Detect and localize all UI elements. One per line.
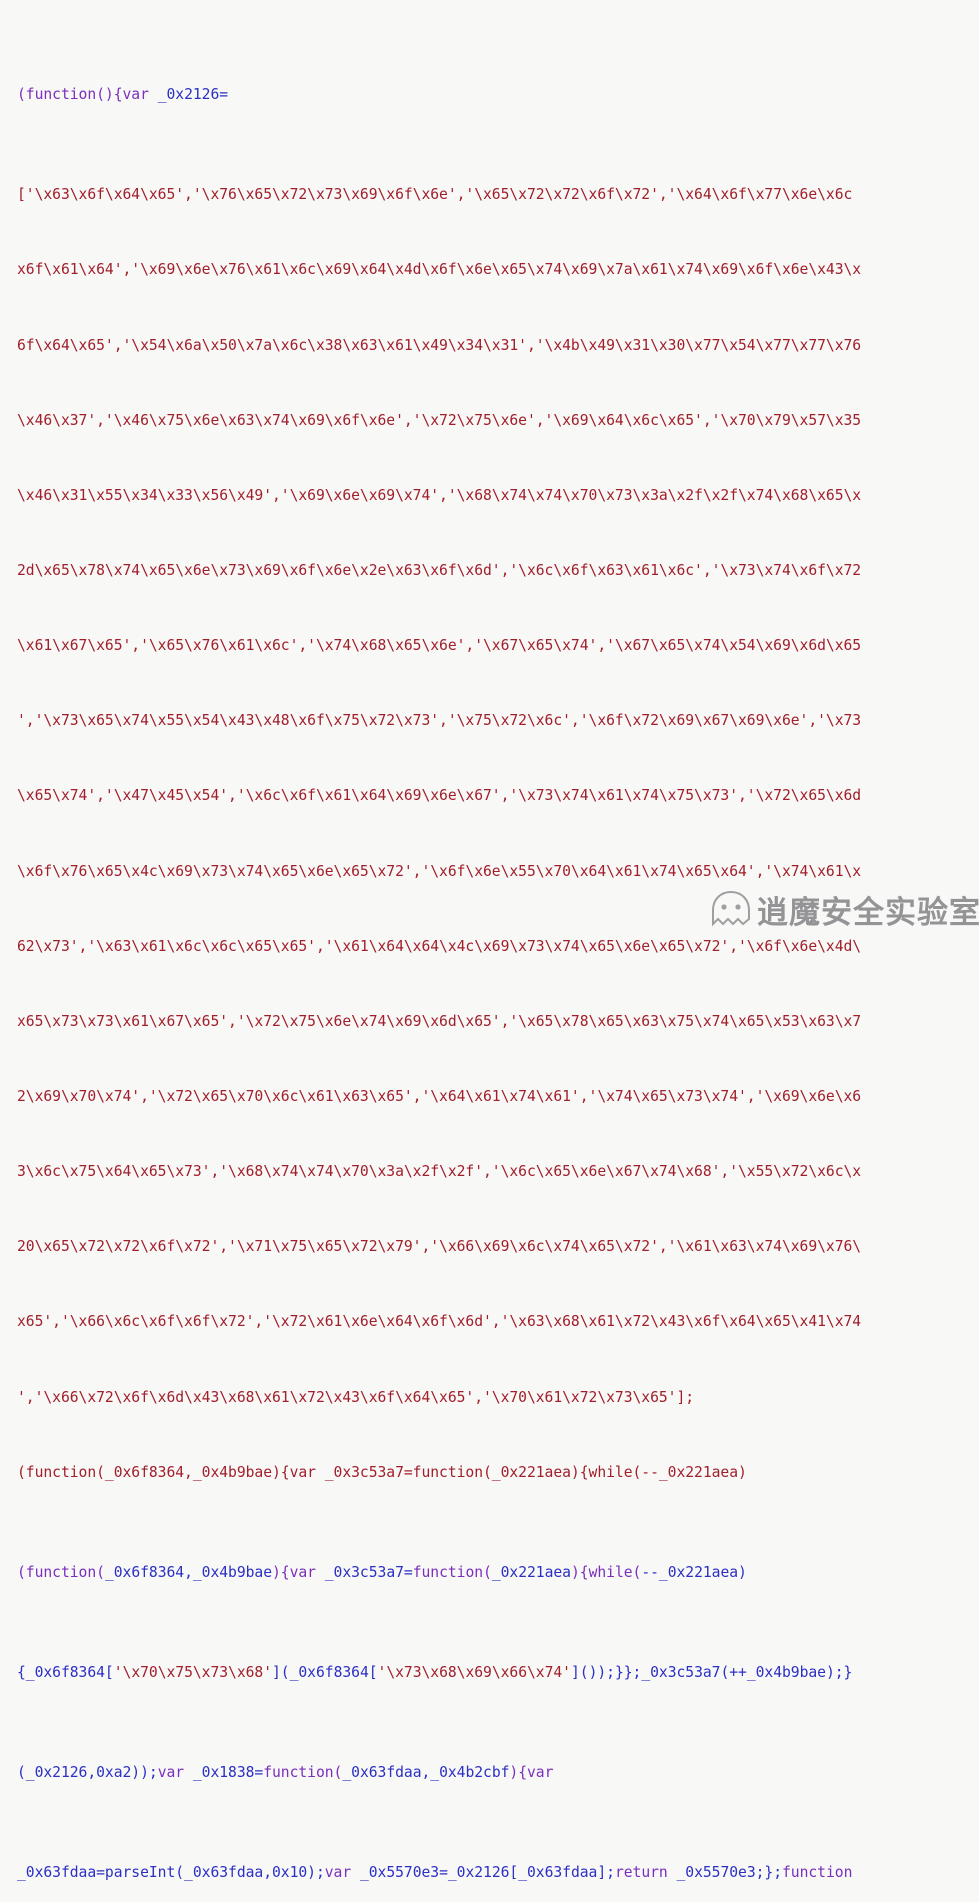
code-line: 62\x73','\x63\x61\x6c\x6c\x65\x65','\x61… [17, 937, 862, 955]
code-line: (function(){var _0x2126= [17, 82, 977, 107]
code-token-keyword: function [782, 1864, 853, 1882]
code-token-keyword: function( [263, 1764, 343, 1782]
code-token-identifier: _0x6f8364,_0x4b9bae [104, 1563, 272, 1581]
code-line: 2\x69\x70\x74','\x72\x65\x70\x6c\x61\x63… [17, 1088, 862, 1106]
code-token-keyword: ){var [509, 1764, 554, 1782]
code-token-identifier: _0x63fdaa,_0x4b2cbf [342, 1764, 510, 1782]
code-token-identifier: (_0x2126,0xa2)); [17, 1764, 158, 1782]
code-token-identifier: _0x5570e3=_0x2126[_0x63fdaa]; [359, 1864, 615, 1882]
code-token-identifier: _0x221aea [491, 1563, 571, 1581]
code-line: 2d\x65\x78\x74\x65\x6e\x73\x69\x6f\x6e\x… [17, 562, 862, 580]
code-text-block[interactable]: (function(){var _0x2126= ['\x63\x6f\x64\… [0, 0, 979, 1902]
code-token-string: '\x70\x75\x73\x68' [113, 1664, 273, 1682]
code-token-keyword: (function(){var [17, 86, 149, 104]
code-token-identifier: ](_0x6f8364[ [272, 1664, 378, 1682]
code-line: \x46\x37','\x46\x75\x6e\x63\x74\x69\x6f\… [17, 411, 862, 429]
code-token-keyword: ){while( [570, 1563, 642, 1581]
code-token-keyword: ){var [272, 1563, 316, 1581]
code-line: \x65\x74','\x47\x45\x54','\x6c\x6f\x61\x… [17, 787, 862, 805]
code-line: ['\x63\x6f\x64\x65','\x76\x65\x72\x73\x6… [17, 186, 853, 204]
code-token-keyword: var [157, 1764, 185, 1782]
code-token-identifier: _0x2126= [157, 86, 229, 104]
code-token-keyword: var [324, 1864, 352, 1882]
code-line: ','\x73\x65\x74\x55\x54\x43\x48\x6f\x75\… [17, 712, 862, 730]
code-line: (function(_0x6f8364,_0x4b9bae){var _0x3c… [17, 1560, 977, 1585]
code-token-keyword: function( [412, 1563, 492, 1581]
code-token-identifier: _0x63fdaa=parseInt(_0x63fdaa,0x10); [17, 1864, 325, 1882]
code-line: 3\x6c\x75\x64\x65\x73','\x68\x74\x74\x70… [17, 1163, 862, 1181]
code-line: 20\x65\x72\x72\x6f\x72','\x71\x75\x65\x7… [17, 1238, 862, 1256]
code-line: \x46\x31\x55\x34\x33\x56\x49','\x69\x6e\… [17, 486, 862, 504]
code-token-identifier: _0x1838= [192, 1764, 264, 1782]
code-line: \x6f\x76\x65\x4c\x69\x73\x74\x65\x6e\x65… [17, 862, 862, 880]
code-line: (_0x2126,0xa2));var _0x1838=function(_0x… [17, 1760, 977, 1785]
code-token-identifier: _0x3c53a7= [324, 1563, 413, 1581]
code-viewer[interactable]: (function(){var _0x2126= ['\x63\x6f\x64\… [0, 0, 979, 1881]
code-line: ','\x66\x72\x6f\x6d\x43\x68\x61\x72\x43\… [17, 1388, 695, 1406]
code-token-keyword: return [614, 1864, 668, 1882]
code-token-identifier: _0x5570e3;}; [676, 1864, 783, 1882]
code-token-identifier: --_0x221aea) [641, 1563, 747, 1581]
code-line: \x61\x67\x65','\x65\x76\x61\x6c','\x74\x… [17, 637, 862, 655]
code-token-identifier: {_0x6f8364[ [17, 1664, 114, 1682]
code-line: _0x63fdaa=parseInt(_0x63fdaa,0x10);var _… [17, 1860, 977, 1885]
code-line: x6f\x61\x64','\x69\x6e\x76\x61\x6c\x69\x… [17, 261, 862, 279]
code-line: x65\x73\x73\x61\x67\x65','\x72\x75\x6e\x… [17, 1012, 862, 1030]
code-token-keyword: (function( [17, 1563, 105, 1581]
code-line: 6f\x64\x65','\x54\x6a\x50\x7a\x6c\x38\x6… [17, 336, 862, 354]
code-line: (function(_0x6f8364,_0x4b9bae){var _0x3c… [17, 1463, 747, 1481]
code-line: {_0x6f8364['\x70\x75\x73\x68'](_0x6f8364… [17, 1660, 977, 1685]
code-token-string: '\x73\x68\x69\x66\x74' [377, 1664, 572, 1682]
code-line: x65','\x66\x6c\x6f\x6f\x72','\x72\x61\x6… [17, 1313, 862, 1331]
code-token-identifier: ]());}};_0x3c53a7(++_0x4b9bae);} [570, 1664, 853, 1682]
